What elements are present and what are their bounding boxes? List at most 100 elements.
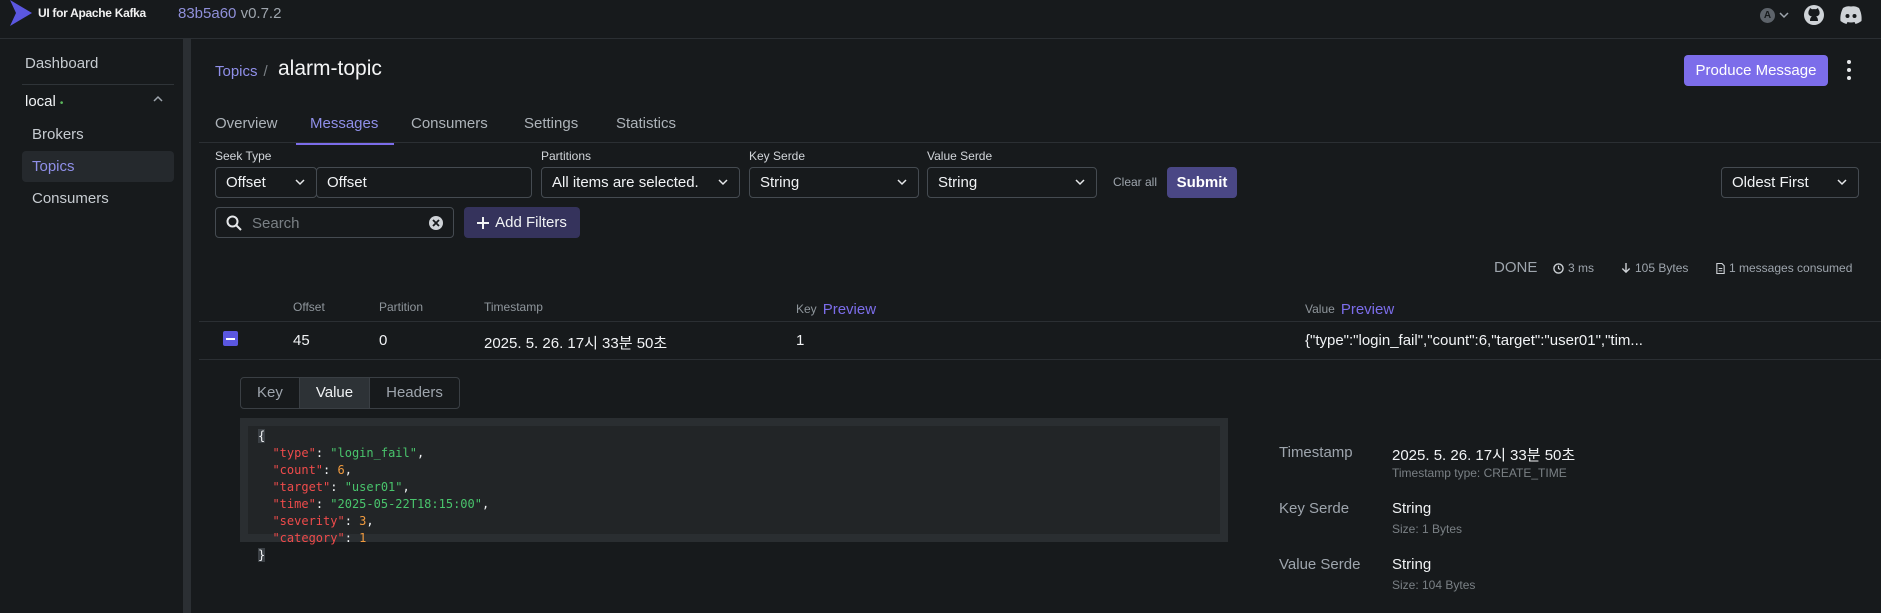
json-key: "category" — [272, 531, 345, 545]
chevron-down-icon — [897, 179, 907, 186]
kafka-ui-logo-icon[interactable] — [8, 0, 32, 26]
sidebar-cluster-local[interactable]: local • — [25, 93, 63, 110]
json-value: 6 — [337, 463, 345, 477]
user-menu[interactable]: A — [1760, 7, 1789, 23]
partitions-value: All items are selected. — [552, 174, 699, 191]
app-title[interactable]: UI for Apache Kafka — [38, 6, 146, 20]
row-offset: 45 — [293, 332, 310, 349]
details-tab-headers[interactable]: Headers — [370, 378, 459, 408]
chevron-down-icon — [1075, 179, 1085, 186]
cluster-name: local — [25, 93, 56, 110]
top-bar: UI for Apache Kafka 83b5a60 v0.7.2 A — [0, 0, 1881, 39]
tab-overview[interactable]: Overview — [215, 115, 278, 132]
top-right-actions: A — [1760, 4, 1863, 26]
sidebar-divider — [22, 84, 174, 85]
row-key: 1 — [796, 332, 805, 349]
json-viewer[interactable]: { "type": "login_fail", "count": 6, "tar… — [240, 418, 1228, 562]
github-icon[interactable] — [1803, 4, 1825, 26]
discord-icon[interactable] — [1839, 5, 1863, 25]
json-close-brace: } — [258, 548, 266, 562]
more-options-icon[interactable] — [1846, 60, 1852, 80]
bytes-consumed-value: 105 Bytes — [1635, 261, 1689, 275]
key-serde-select[interactable]: String — [749, 167, 919, 198]
sidebar-item-consumers[interactable]: Consumers — [32, 190, 109, 207]
details-tab-key[interactable]: Key — [241, 378, 300, 408]
cluster-status-dot: • — [59, 98, 64, 109]
sort-order-select[interactable]: Oldest First — [1721, 167, 1859, 198]
column-key: Key Preview — [796, 300, 876, 318]
column-value: Value Preview — [1305, 300, 1394, 318]
tab-messages[interactable]: Messages — [310, 115, 378, 132]
json-comma: , — [344, 463, 352, 477]
meta-key-serde-label: Key Serde — [1279, 500, 1350, 517]
search-input[interactable] — [250, 214, 414, 233]
details-tab-value[interactable]: Value — [299, 378, 371, 408]
messages-consumed: 1 messages consumed — [1716, 261, 1852, 275]
chevron-down-icon — [295, 179, 305, 186]
table-row[interactable]: 45 0 2025. 5. 26. 17시 33분 50초 1 {"type":… — [199, 321, 1881, 360]
sidebar-item-brokers[interactable]: Brokers — [32, 126, 84, 143]
breadcrumb: Topics / — [215, 63, 274, 80]
clear-all-button[interactable]: Clear all — [1113, 175, 1157, 189]
json-value: "user01" — [344, 480, 403, 494]
clear-search-icon[interactable] — [428, 215, 444, 231]
partitions-select[interactable]: All items are selected. — [541, 167, 740, 198]
seek-type-value: Offset — [226, 174, 266, 191]
column-value-label: Value — [1305, 302, 1335, 316]
messages-table-header: Offset Partition Timestamp Key Preview Va… — [199, 291, 1881, 322]
seek-type-label: Seek Type — [215, 149, 272, 163]
key-preview-button[interactable]: Preview — [823, 301, 876, 318]
sidebar: Dashboard local • Brokers Topics Consumer… — [0, 39, 191, 613]
json-comma: , — [416, 446, 425, 460]
chevron-down-icon — [1779, 12, 1789, 19]
collapse-row-icon[interactable] — [223, 331, 238, 346]
bytes-consumed: 105 Bytes — [1621, 261, 1688, 275]
user-avatar: A — [1760, 7, 1775, 23]
column-partition: Partition — [379, 300, 424, 314]
json-key: "severity" — [272, 514, 345, 528]
version-info[interactable]: 83b5a60 v0.7.2 — [178, 5, 281, 22]
row-partition: 0 — [379, 332, 388, 349]
clock-icon — [1553, 262, 1564, 274]
json-comma: , — [366, 514, 374, 528]
column-offset: Offset — [293, 300, 325, 314]
consume-status: DONE — [1494, 259, 1538, 276]
topic-tabs: Overview Messages Consumers Settings Sta… — [199, 105, 1881, 143]
meta-key-serde-value: String — [1392, 500, 1432, 517]
elapsed-time-value: 3 ms — [1568, 261, 1595, 275]
offset-input[interactable]: Offset — [316, 167, 532, 198]
column-key-label: Key — [796, 302, 817, 316]
breadcrumb-topics-link[interactable]: Topics — [215, 63, 258, 80]
main-content: Topics / alarm-topic Produce Message Over… — [199, 39, 1881, 613]
meta-timestamp-type: Timestamp type: CREATE_TIME — [1392, 466, 1567, 480]
value-preview-button[interactable]: Preview — [1341, 301, 1394, 318]
key-serde-value: String — [760, 174, 800, 191]
tab-statistics[interactable]: Statistics — [616, 115, 676, 132]
chevron-down-icon — [718, 179, 728, 186]
seek-type-select[interactable]: Offset — [215, 167, 317, 198]
meta-key-size: Size: 1 Bytes — [1392, 522, 1463, 536]
produce-message-button[interactable]: Produce Message — [1684, 55, 1828, 86]
row-value: {"type":"login_fail","count":6,"target":… — [1305, 332, 1643, 349]
plus-icon — [477, 216, 490, 229]
chevron-up-icon[interactable] — [152, 94, 164, 104]
column-timestamp: Timestamp — [484, 300, 543, 314]
add-filters-button[interactable]: Add Filters — [464, 207, 580, 238]
tab-consumers[interactable]: Consumers — [411, 115, 488, 132]
sidebar-item-topics[interactable]: Topics — [32, 158, 75, 175]
json-value: "2025-05-22T18:15:00" — [330, 497, 482, 511]
meta-value-serde-value: String — [1392, 556, 1432, 573]
json-value: "login_fail" — [330, 446, 417, 460]
messages-consumed-value: 1 messages consumed — [1729, 261, 1853, 275]
value-serde-select[interactable]: String — [927, 167, 1097, 198]
chevron-down-icon — [1837, 179, 1847, 186]
value-serde-label: Value Serde — [927, 149, 993, 163]
file-icon — [1716, 262, 1725, 274]
tab-settings[interactable]: Settings — [524, 115, 578, 132]
sidebar-item-dashboard[interactable]: Dashboard — [25, 55, 98, 72]
arrow-down-icon — [1621, 262, 1631, 273]
commit-hash[interactable]: 83b5a60 — [178, 5, 236, 22]
submit-button[interactable]: Submit — [1167, 167, 1237, 198]
add-filters-label: Add Filters — [495, 214, 567, 231]
active-tab-indicator — [296, 143, 394, 145]
